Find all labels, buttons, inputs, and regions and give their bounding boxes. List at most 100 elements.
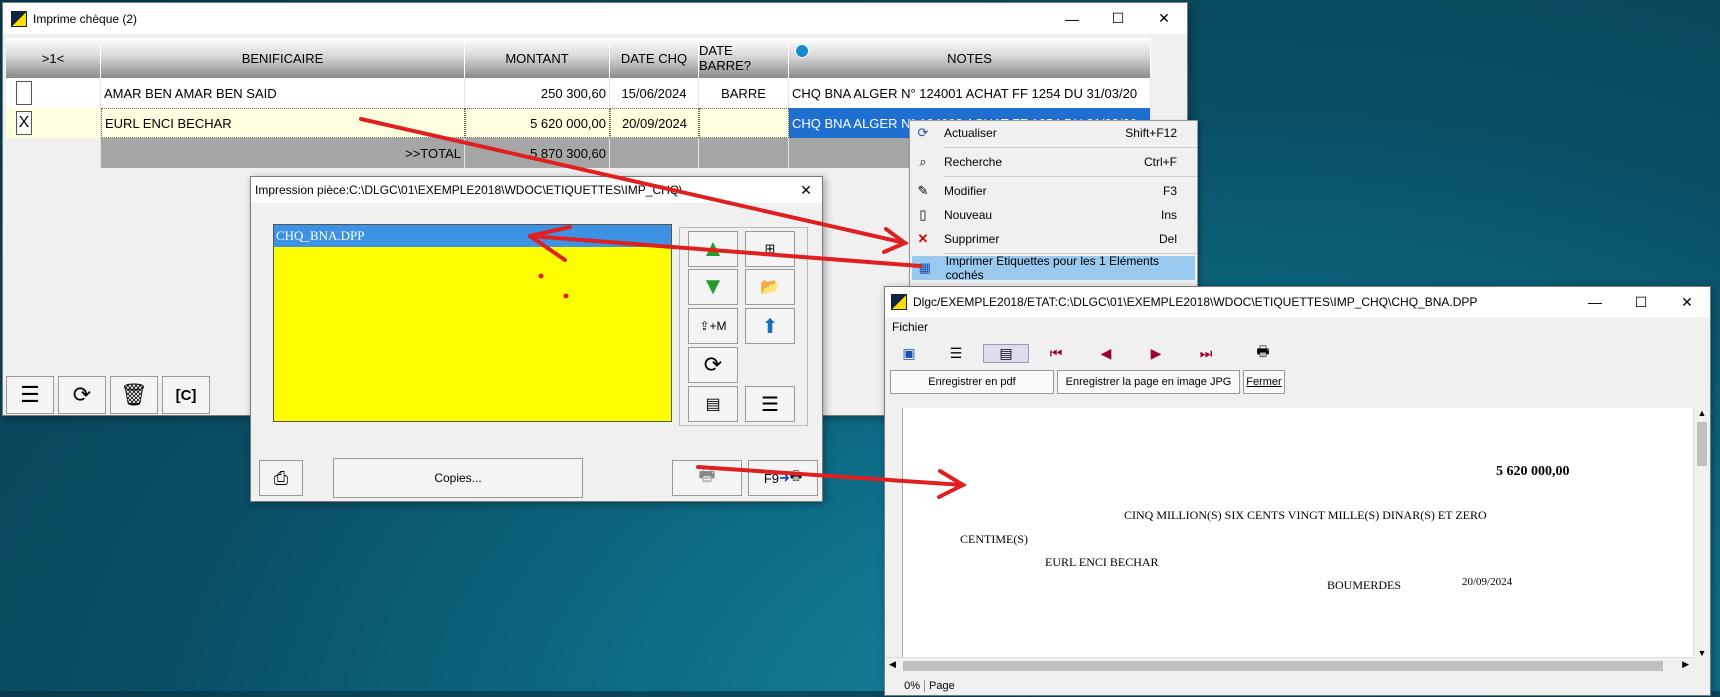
preview-print-icon[interactable]: 🖶 [672, 460, 742, 496]
cell-date-barre: BARRE [699, 78, 789, 108]
print-key-label: F9 [763, 470, 779, 486]
first-page-icon[interactable]: ⏮ [1033, 345, 1079, 362]
print-dialog: Impression pièce:C:\DLGC\01\EXEMPLE2018\… [250, 176, 823, 502]
column-header-date-chq[interactable]: DATE CHQ [610, 38, 699, 78]
trash-icon[interactable]: 🗑 [110, 376, 158, 414]
close-button[interactable]: ✕ [1664, 287, 1710, 318]
next-page-icon[interactable]: ▶ [1133, 345, 1179, 362]
refresh-icon: ⟳ [917, 125, 929, 140]
bottom-toolbar: ☰ ⟳ 🗑 [C] [6, 376, 210, 414]
column-header-check[interactable]: >1< [6, 38, 101, 78]
minimize-button[interactable]: — [1049, 3, 1095, 34]
cheque-amount: 5 620 000,00 [1496, 464, 1570, 479]
file-listbox[interactable]: CHQ_BNA.DPP [273, 224, 672, 422]
grid-header: >1< BENIFICAIRE MONTANT DATE CHQ DATE BA… [6, 38, 1151, 78]
column-header-notes-label: NOTES [947, 50, 992, 66]
total-value: 5 870 300,60 [465, 138, 610, 168]
minimize-button[interactable]: — [1572, 287, 1618, 318]
print-icon[interactable]: 🖶 [1233, 341, 1293, 365]
scroll-thumb[interactable] [1697, 422, 1707, 466]
delete-x-icon: ✕ [917, 231, 929, 246]
scroll-up-icon[interactable]: ▲ [1694, 408, 1710, 418]
close-button[interactable]: ✕ [1141, 3, 1187, 34]
preview-titlebar: Dlgc/EXEMPLE2018/ETAT:C:\DLGC\01\EXEMPLE… [885, 287, 1710, 317]
cheque-date: 20/09/2024 [1462, 576, 1513, 588]
status-zoom: 0% [885, 680, 925, 692]
row-checkbox[interactable] [16, 81, 32, 105]
vertical-scrollbar[interactable]: ▲ ▼ [1693, 408, 1710, 658]
cell-notes: CHQ BNA ALGER N° 124001 ACHAT FF 1254 DU… [789, 78, 1151, 108]
scroll-right-icon[interactable]: ▶ [1682, 659, 1689, 670]
design-icon[interactable]: ▤ [688, 386, 738, 422]
scroll-down-icon[interactable]: ▼ [1694, 648, 1710, 658]
column-header-beneficiaire[interactable]: BENIFICAIRE [101, 38, 465, 78]
maximize-button[interactable]: ☐ [1095, 3, 1141, 34]
grid-icon: ▦ [918, 260, 931, 275]
prev-page-icon[interactable]: ◀ [1083, 345, 1129, 362]
scroll-thumb[interactable] [903, 661, 1663, 671]
save-jpg-button[interactable]: Enregistrer la page en image JPG [1057, 370, 1240, 394]
menu-item-supprimer[interactable]: ✕ Supprimer Del [910, 227, 1197, 251]
settings-sliders-icon[interactable]: ☰ [745, 386, 795, 422]
column-header-date-barre[interactable]: DATE BARRE? [699, 38, 789, 78]
open-folder-icon[interactable]: 📂 [745, 269, 795, 305]
view-page-icon[interactable]: ▤ [983, 343, 1029, 363]
move-up-icon[interactable]: ▲ [688, 231, 738, 267]
view-list-icon[interactable]: ☰ [933, 345, 979, 362]
row-checkbox[interactable]: X [16, 111, 32, 135]
printer-setup-icon[interactable]: ⎙ [259, 460, 303, 496]
binoculars-icon: ⌕ [919, 154, 927, 169]
main-window-title: Imprime chèque (2) [33, 11, 138, 26]
view-single-icon[interactable]: ▣ [889, 345, 929, 362]
cell-montant: 250 300,60 [465, 78, 610, 108]
select-icon[interactable]: [C] [162, 376, 210, 414]
cheque-beneficiary: EURL ENCI BECHAR [1045, 555, 1159, 569]
refresh-icon[interactable]: ⟳ [688, 347, 738, 383]
menu-item-actualiser[interactable]: ⟳ Actualiser Shift+F12 [910, 121, 1197, 145]
app-icon [891, 294, 907, 310]
menu-item-modifier[interactable]: ✎ Modifier F3 [910, 179, 1197, 203]
menu-icon[interactable]: ☰ [6, 376, 54, 414]
import-icon[interactable]: ⇪+M [688, 308, 738, 344]
add-page-icon[interactable]: ⊞ [745, 231, 795, 267]
dialog-title: Impression pièce:C:\DLGC\01\EXEMPLE2018\… [255, 183, 683, 197]
menu-fichier[interactable]: Fichier [892, 320, 928, 334]
column-header-notes[interactable]: NOTES [789, 38, 1151, 78]
cheque-words-line1: CINQ MILLION(S) SIX CENTS VINGT MILLE(S)… [1124, 508, 1487, 522]
list-item[interactable]: CHQ_BNA.DPP [274, 225, 671, 247]
maximize-button[interactable]: ☐ [1618, 287, 1664, 318]
cell-montant: 5 620 000,00 [465, 108, 610, 138]
move-down-icon[interactable]: ▼ [688, 269, 738, 305]
preview-toolbar: ▣ ☰ ▤ ⏮ ◀ ▶ ⏭ 🖶 [889, 339, 1349, 367]
refresh-icon[interactable]: ⟳ [58, 376, 106, 414]
table-row[interactable]: AMAR BEN AMAR BEN SAID 250 300,60 15/06/… [6, 78, 1151, 108]
notes-icon [795, 44, 809, 58]
status-page: Page [929, 680, 955, 692]
preview-window: Dlgc/EXEMPLE2018/ETAT:C:\DLGC\01\EXEMPLE… [884, 286, 1711, 696]
horizontal-scrollbar[interactable]: ◀ ▶ [885, 657, 1693, 674]
menu-item-imprimer-etiquettes[interactable]: ▦ Imprimer Etiquettes pour les 1 Eléments… [912, 254, 1195, 282]
copies-button[interactable]: Copies... [333, 458, 583, 498]
cell-date-chq: 15/06/2024 [610, 78, 699, 108]
upload-icon[interactable]: ⬆ [745, 308, 795, 344]
app-icon [11, 10, 27, 27]
save-pdf-button[interactable]: Enregistrer en pdf [890, 370, 1054, 394]
cheque-place: BOUMERDES [1327, 578, 1402, 592]
main-titlebar: Imprime chèque (2) — ☐ ✕ [3, 3, 1187, 34]
cell-beneficiaire: EURL ENCI BECHAR [101, 108, 465, 138]
close-preview-button[interactable]: Fermer [1243, 370, 1285, 394]
status-bar: 0% Page [885, 675, 1712, 697]
arrow-right-icon: ➜ [778, 470, 790, 485]
print-f9-button[interactable]: F9 ➜ 🖶 [748, 460, 818, 496]
context-menu: ⟳ Actualiser Shift+F12 ⌕ Recherche Ctrl+F ✎ M… [909, 120, 1198, 290]
last-page-icon[interactable]: ⏭ [1183, 345, 1229, 362]
dialog-titlebar: Impression pièce:C:\DLGC\01\EXEMPLE2018\… [251, 177, 822, 203]
menu-item-nouveau[interactable]: ▯ Nouveau Ins [910, 203, 1197, 227]
cheque-words-line2: CENTIME(S) [960, 532, 1028, 546]
new-doc-icon: ▯ [919, 207, 927, 222]
scroll-left-icon[interactable]: ◀ [889, 659, 896, 670]
column-header-montant[interactable]: MONTANT [465, 38, 610, 78]
menu-item-recherche[interactable]: ⌕ Recherche Ctrl+F [910, 150, 1197, 174]
dialog-close-button[interactable]: ✕ [790, 177, 822, 203]
cell-beneficiaire: AMAR BEN AMAR BEN SAID [101, 78, 465, 108]
